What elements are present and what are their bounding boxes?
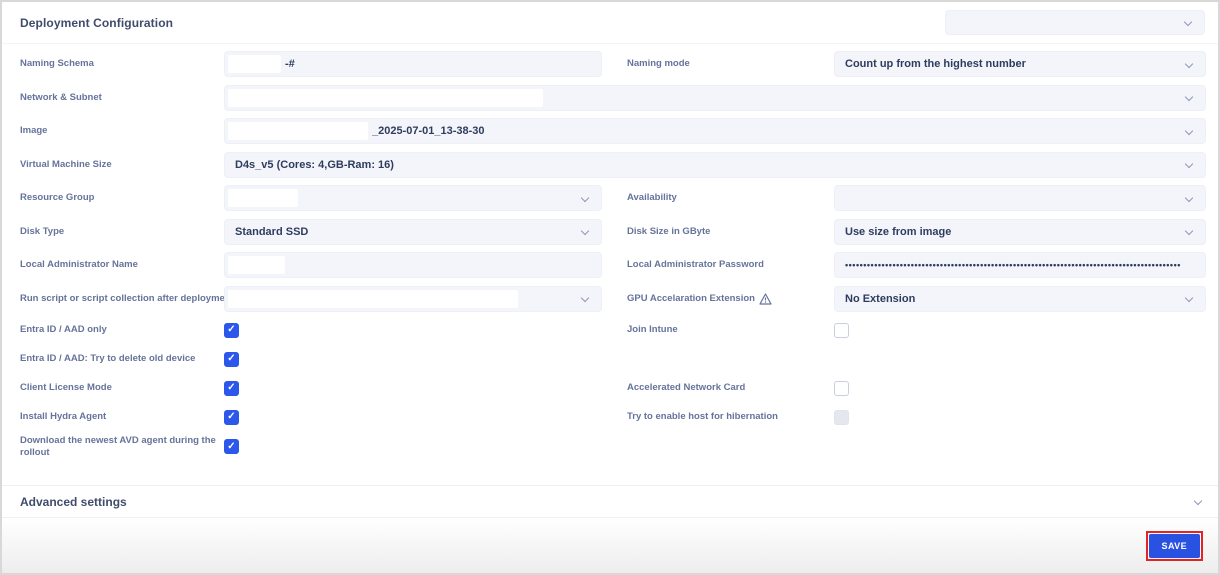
naming-schema-label: Naming Schema: [20, 58, 94, 70]
hibernation-checkbox[interactable]: [834, 409, 849, 425]
form-row: Entra ID / AAD only ✓ Join Intune: [2, 319, 1218, 341]
entra-delete-old-label: Entra ID / AAD: Try to delete old device: [20, 353, 196, 365]
disk-type-label: Disk Type: [20, 225, 65, 237]
accelerated-nic-label: Accelerated Network Card: [627, 382, 746, 394]
join-intune-checkbox[interactable]: [834, 322, 849, 338]
image-label: Image: [20, 125, 48, 137]
form-row: Install Hydra Agent ✓ Try to enable host…: [2, 406, 1218, 428]
entra-only-label: Entra ID / AAD only: [20, 324, 107, 336]
disk-size-label: Disk Size in GByte: [627, 225, 711, 237]
install-hydra-checkbox[interactable]: ✓: [224, 409, 239, 425]
form-row: Resource Group Availability: [2, 185, 1218, 211]
image-select[interactable]: _2025-07-01_13-38-30: [224, 118, 1206, 144]
deployment-configuration-panel: Deployment Configuration Naming Schema -…: [0, 0, 1220, 575]
admin-password-input[interactable]: ••••••••••••••••••••••••••••••••••••••••…: [834, 252, 1206, 278]
resource-group-label: Resource Group: [20, 192, 95, 204]
chevron-down-icon: [1184, 159, 1195, 170]
form-row: Naming Schema -# Naming mode Count up fr…: [2, 51, 1218, 77]
client-license-label: Client License Mode: [20, 382, 112, 394]
form-row: Run script or script collection after de…: [2, 285, 1218, 312]
chevron-down-icon: [1184, 126, 1195, 137]
form-row: Local Administrator Name Local Administr…: [2, 252, 1218, 278]
masked-password-value: ••••••••••••••••••••••••••••••••••••••••…: [845, 260, 1181, 270]
availability-select[interactable]: [834, 185, 1206, 211]
chevron-down-icon: [1184, 193, 1195, 204]
download-avd-checkbox[interactable]: ✓: [224, 439, 239, 455]
gpu-extension-label-text: GPU Accelaration Extension: [627, 292, 755, 304]
save-button[interactable]: SAVE: [1148, 533, 1200, 558]
footer-bar: SAVE: [2, 517, 1218, 573]
chevron-down-icon: [580, 293, 591, 304]
chevron-down-icon: [580, 193, 591, 204]
form-row: Network & Subnet: [2, 84, 1218, 111]
deployment-form: Naming Schema -# Naming mode Count up fr…: [2, 44, 1218, 485]
chevron-down-icon: [1183, 17, 1194, 28]
annotation-highlight-box: SAVE: [1145, 530, 1203, 561]
run-script-label: Run script or script collection after de…: [20, 292, 234, 304]
page-title: Deployment Configuration: [20, 15, 174, 30]
admin-name-label: Local Administrator Name: [20, 259, 138, 271]
redacted-value: [228, 55, 281, 73]
disk-size-select[interactable]: Use size from image: [834, 218, 1206, 245]
network-subnet-select[interactable]: [224, 84, 1206, 111]
admin-password-label: Local Administrator Password: [627, 259, 764, 271]
resource-group-select[interactable]: [224, 185, 602, 211]
naming-schema-input[interactable]: -#: [224, 51, 602, 77]
client-license-checkbox[interactable]: ✓: [224, 380, 239, 396]
redacted-value: [228, 289, 518, 308]
naming-mode-value: Count up from the highest number: [845, 58, 1026, 70]
hibernation-label: Try to enable host for hibernation: [627, 411, 778, 423]
image-value: _2025-07-01_13-38-30: [372, 125, 485, 137]
gpu-extension-value: No Extension: [845, 292, 916, 305]
chevron-down-icon: [1193, 496, 1204, 507]
entra-delete-old-checkbox[interactable]: ✓: [224, 351, 239, 367]
gpu-extension-label: GPU Accelaration Extension: [627, 293, 834, 305]
redacted-value: [228, 88, 543, 107]
chevron-down-icon: [1184, 92, 1195, 103]
vm-size-value: D4s_v5 (Cores: 4,GB-Ram: 16): [235, 158, 394, 171]
warning-icon: [759, 292, 772, 305]
redacted-value: [228, 122, 368, 140]
join-intune-label: Join Intune: [627, 324, 678, 336]
form-row: Entra ID / AAD: Try to delete old device…: [2, 348, 1218, 370]
chevron-down-icon: [580, 226, 591, 237]
redacted-value: [228, 256, 285, 274]
naming-mode-select[interactable]: Count up from the highest number: [834, 51, 1206, 77]
accelerated-nic-checkbox[interactable]: [834, 380, 849, 396]
form-row: Image _2025-07-01_13-38-30: [2, 118, 1218, 144]
disk-type-select[interactable]: Standard SSD: [224, 218, 602, 245]
naming-schema-value: -#: [285, 58, 295, 70]
panel-header: Deployment Configuration: [2, 2, 1218, 44]
run-script-select[interactable]: [224, 285, 602, 312]
vm-size-select[interactable]: D4s_v5 (Cores: 4,GB-Ram: 16): [224, 151, 1206, 178]
advanced-settings-label: Advanced settings: [20, 494, 127, 509]
header-dropdown[interactable]: [945, 10, 1205, 35]
naming-mode-label: Naming mode: [627, 58, 690, 70]
advanced-settings-toggle[interactable]: Advanced settings: [2, 485, 1218, 517]
form-row: Client License Mode ✓ Accelerated Networ…: [2, 377, 1218, 399]
form-row: Disk Type Standard SSD Disk Size in GByt…: [2, 218, 1218, 245]
chevron-down-icon: [1184, 226, 1195, 237]
admin-name-input[interactable]: [224, 252, 602, 278]
download-avd-label: Download the newest AVD agent during the…: [20, 435, 216, 458]
disk-size-value: Use size from image: [845, 225, 952, 238]
disk-type-value: Standard SSD: [235, 225, 309, 238]
gpu-extension-select[interactable]: No Extension: [834, 285, 1206, 312]
install-hydra-label: Install Hydra Agent: [20, 411, 107, 423]
chevron-down-icon: [1184, 293, 1195, 304]
network-subnet-label: Network & Subnet: [20, 91, 102, 103]
form-row: Virtual Machine Size D4s_v5 (Cores: 4,GB…: [2, 151, 1218, 178]
chevron-down-icon: [1184, 59, 1195, 70]
entra-only-checkbox[interactable]: ✓: [224, 322, 239, 338]
redacted-value: [228, 189, 298, 207]
availability-label: Availability: [627, 192, 677, 204]
form-row: Download the newest AVD agent during the…: [2, 435, 1218, 469]
vm-size-label: Virtual Machine Size: [20, 158, 112, 170]
